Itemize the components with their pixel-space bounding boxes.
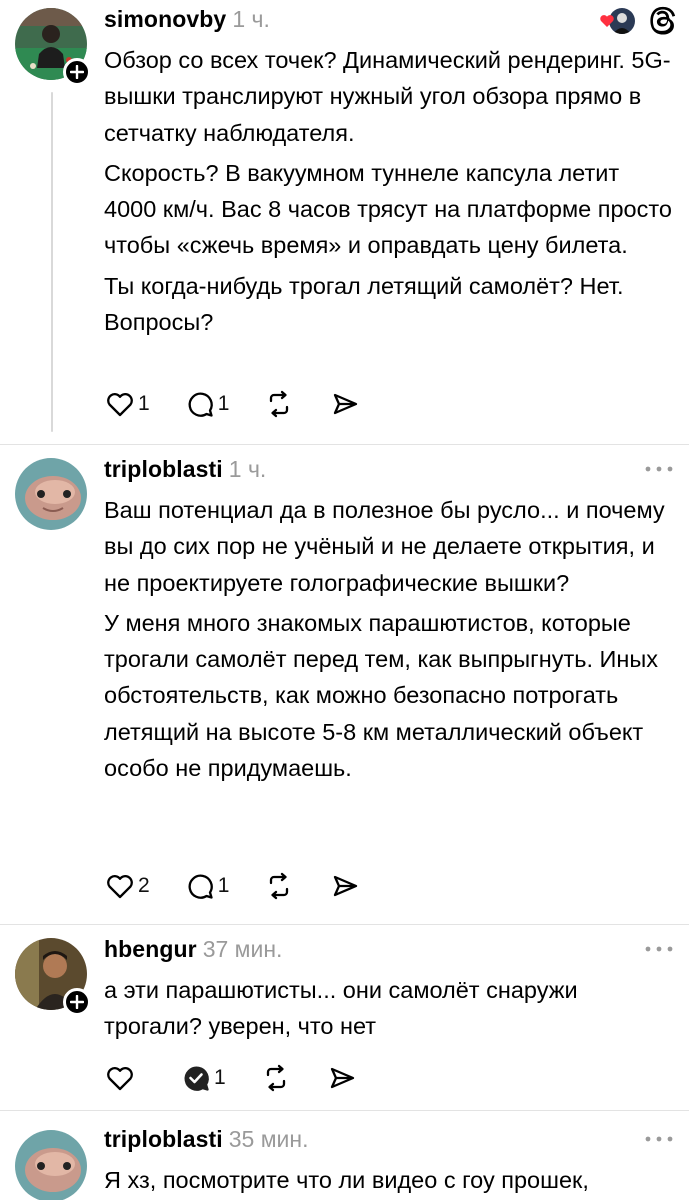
post-body: Обзор со всех точек? Динамический рендер… <box>104 42 674 340</box>
share-button[interactable] <box>326 1062 358 1094</box>
comment-filled-check-icon <box>184 1066 209 1091</box>
username[interactable]: triploblasti <box>104 456 223 483</box>
heart-outline-icon <box>107 875 133 899</box>
like-button[interactable] <box>104 1062 136 1094</box>
post-paragraph: Ваш потенциал да в полезное бы русло... … <box>104 497 665 596</box>
like-count: 2 <box>138 874 150 897</box>
send-icon <box>330 1067 354 1089</box>
timestamp: 35 мин. <box>228 1126 309 1152</box>
post-paragraph: Скорость? В вакуумном туннеле капсула ле… <box>104 159 672 259</box>
post-top-right-cluster <box>600 6 679 36</box>
post-body: Я хз, посмотрите что ли видео с гоу прош… <box>104 1162 674 1198</box>
post-header: triploblasti 1 ч. <box>104 456 266 490</box>
reply-count: 1 <box>217 874 230 897</box>
post-header: triploblasti 35 мин. <box>104 1126 309 1160</box>
threads-logo-icon[interactable] <box>649 6 679 36</box>
repost-button[interactable] <box>263 870 295 902</box>
comment-icon <box>188 874 213 899</box>
follow-plus-button[interactable] <box>63 58 91 86</box>
post-actions: 1 1 <box>104 386 395 422</box>
avatar-triploblasti[interactable] <box>15 458 87 530</box>
like-count: 1 <box>138 392 150 415</box>
post-divider <box>0 1110 689 1111</box>
post-paragraph: Обзор со всех точек? Динамический рендер… <box>104 47 671 146</box>
post-paragraph: а эти парашютисты... они самолёт снаружи… <box>104 977 578 1040</box>
timestamp: 37 мин. <box>202 936 283 962</box>
post-body: а эти парашютисты... они самолёт снаружи… <box>104 972 674 1045</box>
post-header: simonovby 1 ч. <box>104 6 270 40</box>
send-icon <box>334 875 358 897</box>
reply-button[interactable]: 1 <box>184 388 230 420</box>
avatar-triploblasti[interactable] <box>15 1130 87 1200</box>
timestamp: 1 ч. <box>232 6 270 32</box>
comment-icon <box>188 392 213 417</box>
post-paragraph: Я хз, посмотрите что ли видео с гоу прош… <box>104 1167 589 1193</box>
more-options-icon[interactable] <box>643 944 675 954</box>
plus-icon <box>70 65 84 79</box>
repost-icon <box>266 1064 285 1092</box>
post-actions: 1 <box>104 1060 392 1096</box>
reply-button[interactable]: 1 <box>184 870 230 902</box>
share-button[interactable] <box>329 870 361 902</box>
post-divider <box>0 444 689 445</box>
heart-outline-icon <box>107 393 133 417</box>
repost-icon <box>270 872 289 900</box>
more-options-icon[interactable] <box>643 1134 675 1144</box>
heart-icon <box>600 15 614 27</box>
timestamp: 1 ч. <box>228 456 267 482</box>
repost-button[interactable] <box>263 388 295 420</box>
post-header: hbengur 37 мин. <box>104 936 282 970</box>
share-button[interactable] <box>329 388 361 420</box>
send-icon <box>334 393 358 415</box>
repost-icon <box>270 390 289 418</box>
follow-plus-button[interactable] <box>63 988 91 1016</box>
plus-icon <box>70 995 84 1009</box>
username[interactable]: triploblasti <box>104 1126 223 1153</box>
username[interactable]: simonovby <box>104 6 226 33</box>
repost-button[interactable] <box>260 1062 292 1094</box>
post-paragraph: У меня много знакомых парашютистов, кото… <box>104 609 659 782</box>
post-paragraph: Ты когда-нибудь трогал летящий самолёт? … <box>104 272 624 336</box>
reply-count: 1 <box>217 392 230 415</box>
like-button[interactable]: 1 <box>104 388 150 420</box>
reply-count: 1 <box>214 1066 226 1089</box>
reply-button[interactable]: 1 <box>180 1062 226 1094</box>
like-button[interactable]: 2 <box>104 870 150 902</box>
post-divider <box>0 924 689 925</box>
more-options-icon[interactable] <box>643 464 675 474</box>
thread-connector-line <box>51 92 53 432</box>
post-actions: 2 1 <box>104 868 395 904</box>
heart-outline-icon <box>107 1067 133 1091</box>
post-body: Ваш потенциал да в полезное бы русло... … <box>104 492 674 786</box>
username[interactable]: hbengur <box>104 936 197 963</box>
